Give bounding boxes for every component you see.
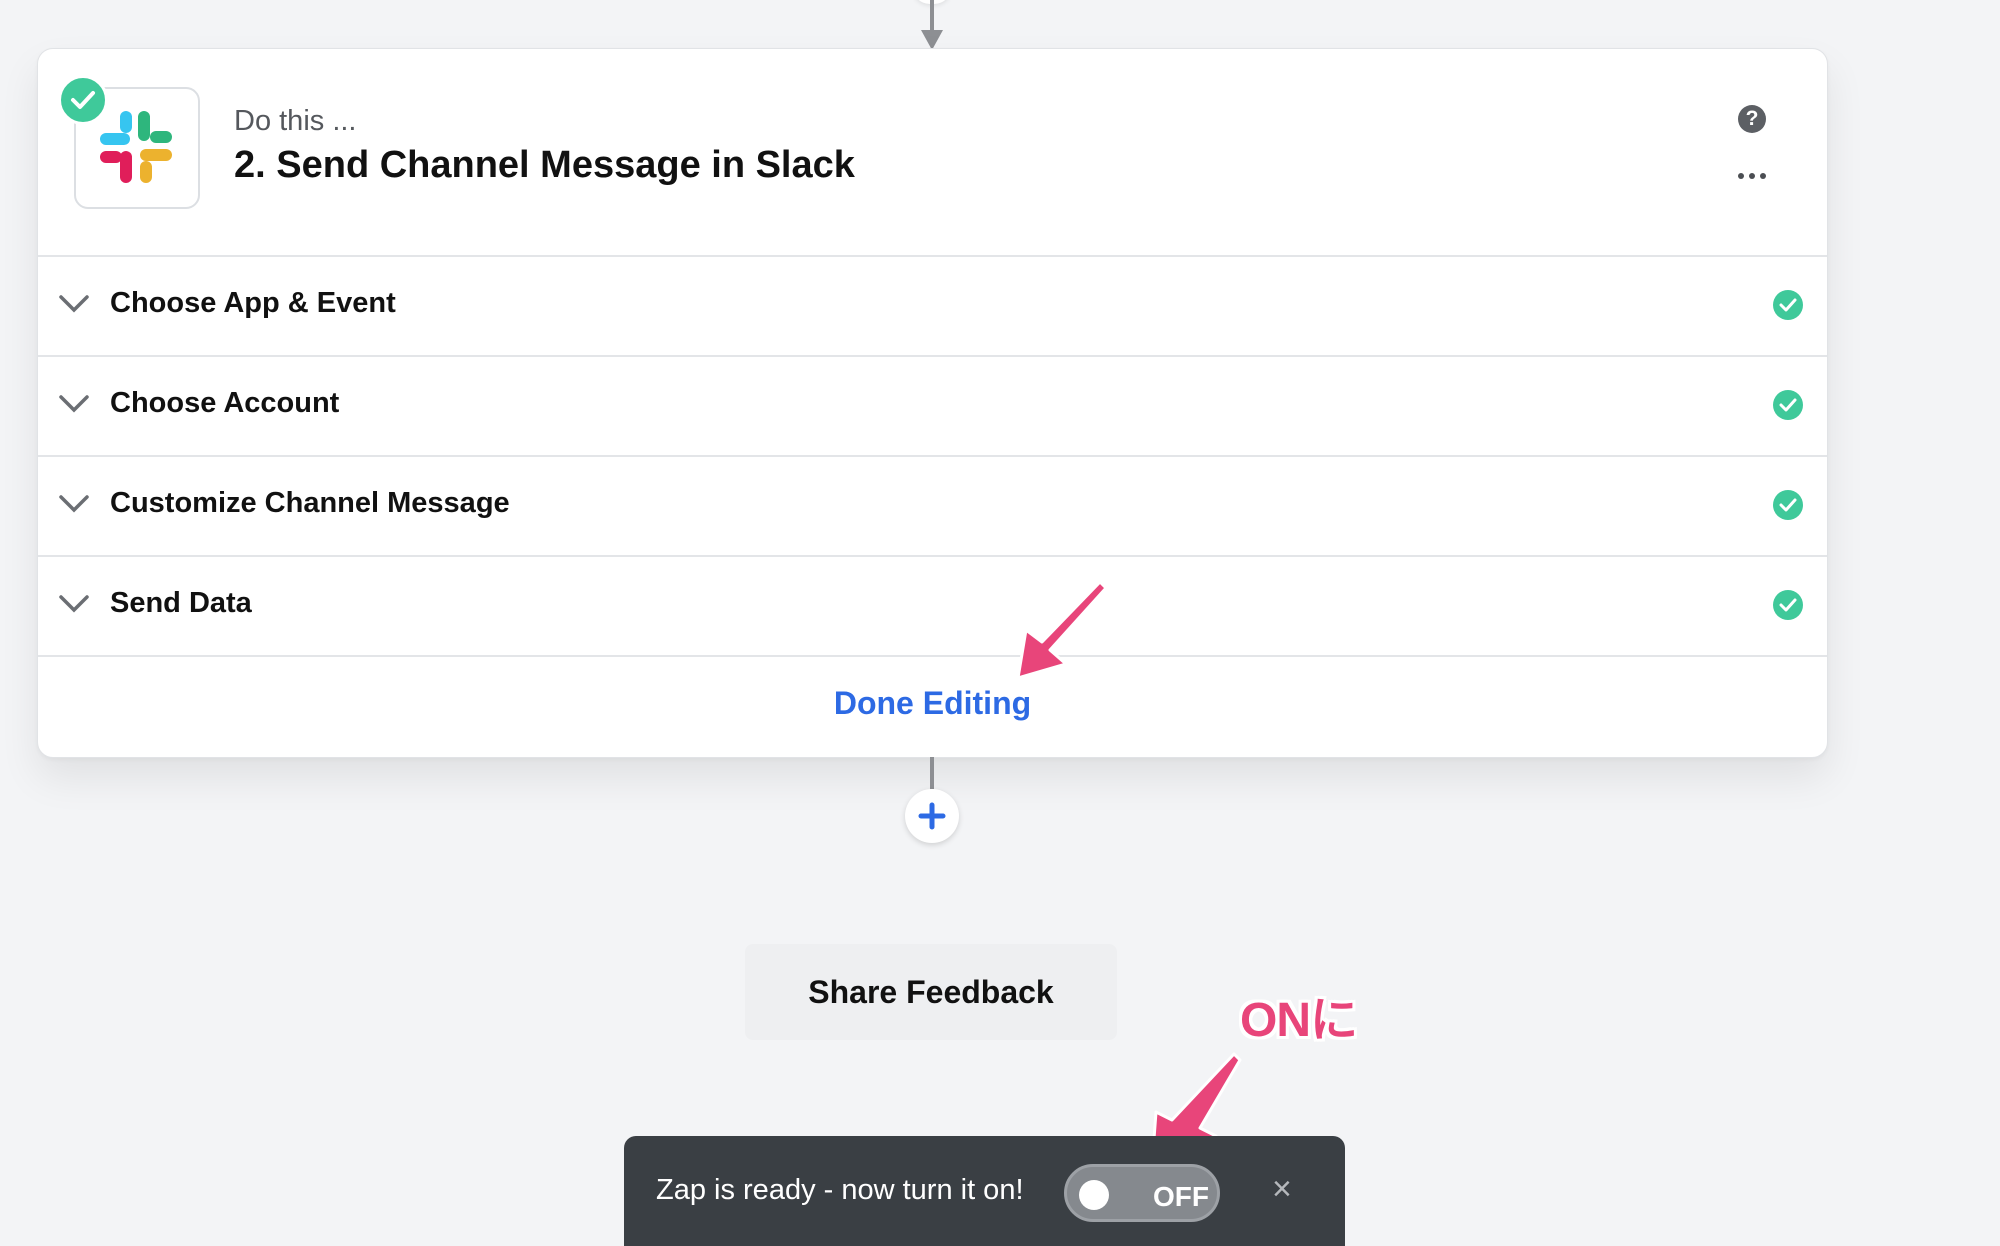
step-kicker: Do this ... xyxy=(234,105,357,137)
step-card: Do this ... 2. Send Channel Message in S… xyxy=(37,48,1828,758)
section-label: Choose App & Event xyxy=(110,287,396,319)
section-complete-check-icon xyxy=(1773,590,1803,620)
plus-icon xyxy=(918,802,946,830)
step-card-header[interactable]: Do this ... 2. Send Channel Message in S… xyxy=(38,49,1827,257)
chevron-down-icon xyxy=(59,295,89,313)
annotation-label: ONに xyxy=(1240,994,1358,1047)
zap-ready-toast: Zap is ready - now turn it on! OFF × xyxy=(624,1136,1345,1246)
close-icon[interactable]: × xyxy=(1272,1172,1292,1206)
section-label: Send Data xyxy=(110,587,252,619)
share-feedback-button[interactable]: Share Feedback xyxy=(745,944,1117,1040)
section-row-choose-account[interactable]: Choose Account xyxy=(38,357,1827,457)
section-row-choose-app-event[interactable]: Choose App & Event xyxy=(38,257,1827,357)
step-connector-line xyxy=(930,0,934,32)
toast-message: Zap is ready - now turn it on! xyxy=(656,1174,1024,1206)
slack-logo-icon xyxy=(100,111,172,183)
chevron-down-icon xyxy=(59,395,89,413)
chevron-down-icon xyxy=(59,595,89,613)
step-title: 2. Send Channel Message in Slack xyxy=(234,144,855,186)
section-label: Choose Account xyxy=(110,387,340,419)
toggle-state-label: OFF xyxy=(1153,1181,1209,1212)
section-complete-check-icon xyxy=(1773,490,1803,520)
toggle-knob xyxy=(1079,1180,1109,1210)
chevron-down-icon xyxy=(59,495,89,513)
step-connector-arrow-icon xyxy=(921,30,943,50)
section-label: Customize Channel Message xyxy=(110,487,510,519)
zap-on-off-toggle[interactable]: OFF xyxy=(1064,1164,1220,1222)
step-complete-check-icon xyxy=(58,75,108,125)
more-options-icon[interactable] xyxy=(1738,171,1768,181)
step-connector-line xyxy=(930,757,934,789)
section-row-customize-channel-message[interactable]: Customize Channel Message xyxy=(38,457,1827,557)
section-row-send-data[interactable]: Send Data xyxy=(38,557,1827,657)
done-editing-button[interactable]: Done Editing xyxy=(38,685,1827,722)
help-icon[interactable]: ? xyxy=(1738,105,1766,133)
section-complete-check-icon xyxy=(1773,390,1803,420)
section-complete-check-icon xyxy=(1773,290,1803,320)
add-step-button[interactable] xyxy=(905,789,959,843)
